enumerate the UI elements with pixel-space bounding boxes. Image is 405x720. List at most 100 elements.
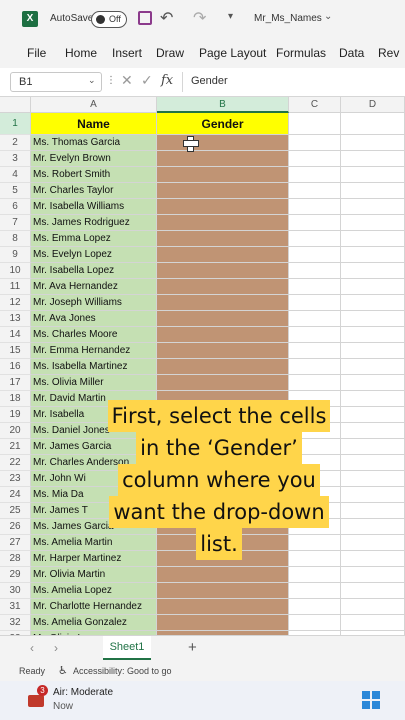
select-all-corner[interactable] — [0, 97, 31, 113]
cell[interactable] — [341, 135, 405, 151]
row-header[interactable]: 21 — [0, 439, 31, 455]
cell[interactable] — [341, 615, 405, 631]
column-header-b[interactable]: B — [157, 97, 289, 113]
row-header[interactable]: 4 — [0, 167, 31, 183]
row-header[interactable]: 5 — [0, 183, 31, 199]
enter-check-icon[interactable]: ✓ — [141, 72, 153, 89]
cell[interactable] — [289, 295, 341, 311]
cell[interactable] — [341, 551, 405, 567]
name-cell[interactable]: Ms. Charles Moore — [31, 327, 157, 343]
cell[interactable] — [341, 439, 405, 455]
tab-home[interactable]: Home — [65, 46, 97, 60]
row-header[interactable]: 23 — [0, 471, 31, 487]
cell[interactable] — [289, 183, 341, 199]
cell[interactable] — [341, 199, 405, 215]
cell[interactable] — [341, 567, 405, 583]
gender-cell[interactable] — [157, 199, 289, 215]
cancel-icon[interactable]: ✕ — [121, 72, 133, 89]
name-cell[interactable]: Ms. James Rodriguez — [31, 215, 157, 231]
row-header[interactable]: 14 — [0, 327, 31, 343]
header-cell-gender[interactable]: Gender — [157, 113, 289, 135]
name-cell[interactable]: Ms. Robert Smith — [31, 167, 157, 183]
tab-formulas[interactable]: Formulas — [276, 46, 326, 60]
cell[interactable] — [341, 519, 405, 535]
row-header[interactable]: 27 — [0, 535, 31, 551]
gender-cell[interactable] — [157, 279, 289, 295]
cell[interactable] — [289, 327, 341, 343]
name-cell[interactable]: Ms. Amelia Lopez — [31, 583, 157, 599]
more-options-icon[interactable]: ⋮ — [106, 75, 116, 86]
accessibility-status[interactable]: Accessibility: Good to go — [73, 666, 172, 676]
cell[interactable] — [341, 279, 405, 295]
row-header[interactable]: 13 — [0, 311, 31, 327]
file-name[interactable]: Mr_Ms_Names — [254, 13, 322, 24]
next-sheet-icon[interactable]: › — [54, 641, 58, 655]
name-cell[interactable]: Mr. Ava Hernandez — [31, 279, 157, 295]
windows-start-icon[interactable] — [362, 691, 380, 709]
cell[interactable] — [289, 215, 341, 231]
cell[interactable] — [289, 231, 341, 247]
row-header[interactable]: 25 — [0, 503, 31, 519]
tab-page-layout[interactable]: Page Layout — [199, 46, 266, 60]
name-cell[interactable]: Mr. Isabella Williams — [31, 199, 157, 215]
customize-quick-access-icon[interactable]: ▾ — [228, 11, 233, 22]
cell[interactable] — [341, 599, 405, 615]
row-header[interactable]: 29 — [0, 567, 31, 583]
previous-sheet-icon[interactable]: ‹ — [30, 641, 34, 655]
row-header[interactable]: 3 — [0, 151, 31, 167]
gender-cell[interactable] — [157, 151, 289, 167]
weather-title[interactable]: Air: Moderate — [53, 687, 113, 698]
cell[interactable] — [341, 167, 405, 183]
name-cell[interactable]: Ms. Thomas Garcia — [31, 135, 157, 151]
cell[interactable] — [341, 183, 405, 199]
cell[interactable] — [341, 407, 405, 423]
cell[interactable] — [341, 311, 405, 327]
cell[interactable] — [289, 135, 341, 151]
gender-cell[interactable] — [157, 263, 289, 279]
row-header[interactable]: 9 — [0, 247, 31, 263]
name-cell[interactable]: Ms. Amelia Gonzalez — [31, 615, 157, 631]
cell[interactable] — [341, 583, 405, 599]
cell[interactable] — [341, 231, 405, 247]
gender-cell[interactable] — [157, 295, 289, 311]
row-header[interactable]: 18 — [0, 391, 31, 407]
tab-data[interactable]: Data — [339, 46, 364, 60]
column-header-d[interactable]: D — [341, 97, 405, 113]
tab-sheet1[interactable]: Sheet1 — [103, 636, 151, 660]
header-cell-name[interactable]: Name — [31, 113, 157, 135]
cell[interactable] — [289, 311, 341, 327]
row-header[interactable]: 6 — [0, 199, 31, 215]
cell[interactable] — [341, 295, 405, 311]
row-header[interactable]: 20 — [0, 423, 31, 439]
cell[interactable] — [341, 343, 405, 359]
name-cell[interactable]: Ms. Isabella Martinez — [31, 359, 157, 375]
column-header-c[interactable]: C — [289, 97, 341, 113]
cell[interactable] — [289, 599, 341, 615]
save-icon[interactable] — [138, 11, 152, 25]
row-header[interactable]: 16 — [0, 359, 31, 375]
row-header[interactable]: 12 — [0, 295, 31, 311]
cell[interactable] — [341, 471, 405, 487]
chevron-down-icon[interactable]: ⌄ — [324, 11, 332, 22]
gender-cell[interactable] — [157, 231, 289, 247]
undo-icon[interactable]: ↶ — [160, 8, 173, 28]
gender-cell[interactable] — [157, 359, 289, 375]
row-header[interactable]: 30 — [0, 583, 31, 599]
gender-cell[interactable] — [157, 247, 289, 263]
name-cell[interactable]: Mr. Charles Taylor — [31, 183, 157, 199]
gender-cell[interactable] — [157, 311, 289, 327]
row-header[interactable]: 22 — [0, 455, 31, 471]
cell[interactable] — [341, 391, 405, 407]
row-header[interactable]: 2 — [0, 135, 31, 151]
row-header[interactable]: 17 — [0, 375, 31, 391]
autosave-toggle[interactable]: Off — [91, 11, 127, 28]
insert-function-icon[interactable]: fx — [161, 73, 173, 88]
name-cell[interactable]: Mr. Olivia Martin — [31, 567, 157, 583]
cell[interactable] — [341, 375, 405, 391]
cell[interactable] — [341, 455, 405, 471]
cell[interactable] — [341, 151, 405, 167]
accessibility-icon[interactable]: ♿ — [58, 664, 68, 677]
cell[interactable] — [341, 263, 405, 279]
formula-input[interactable]: Gender — [182, 72, 405, 92]
row-header[interactable]: 10 — [0, 263, 31, 279]
